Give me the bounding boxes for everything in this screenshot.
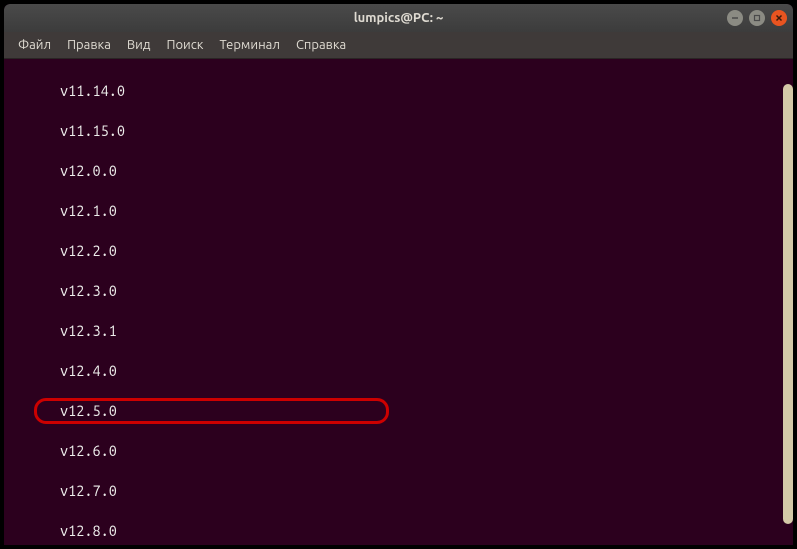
version-entry: v12.3.0 — [12, 281, 785, 301]
window-title: lumpics@PC: ~ — [354, 11, 444, 25]
version-entry: v11.15.0 — [12, 121, 785, 141]
menubar: Файл Правка Вид Поиск Терминал Справка — [4, 32, 793, 59]
version-entry: v12.2.0 — [12, 241, 785, 261]
version-entry: v12.8.0 — [12, 521, 785, 541]
maximize-button[interactable] — [749, 10, 765, 26]
close-button[interactable] — [771, 10, 787, 26]
menu-terminal[interactable]: Терминал — [211, 34, 287, 56]
version-entry: v12.1.0 — [12, 201, 785, 221]
titlebar[interactable]: lumpics@PC: ~ — [4, 4, 793, 32]
menu-file[interactable]: Файл — [10, 34, 59, 56]
menu-search[interactable]: Поиск — [158, 34, 211, 56]
scrollbar[interactable] — [783, 84, 793, 524]
terminal-window: lumpics@PC: ~ Файл Правка Вид Поиск Терм… — [4, 4, 793, 545]
terminal-output[interactable]: v11.14.0 v11.15.0 v12.0.0 v12.1.0 v12.2.… — [4, 59, 793, 545]
menu-help[interactable]: Справка — [288, 34, 354, 56]
menu-view[interactable]: Вид — [119, 34, 159, 56]
version-entry: v12.7.0 — [12, 481, 785, 501]
window-controls — [727, 10, 787, 26]
version-entry: v12.4.0 — [12, 361, 785, 381]
version-entry: v12.5.0 — [12, 401, 785, 421]
version-entry: v12.6.0 — [12, 441, 785, 461]
version-entry: v12.0.0 — [12, 161, 785, 181]
version-entry: v12.3.1 — [12, 321, 785, 341]
minimize-button[interactable] — [727, 10, 743, 26]
menu-edit[interactable]: Правка — [59, 34, 119, 56]
version-entry: v11.14.0 — [12, 81, 785, 101]
